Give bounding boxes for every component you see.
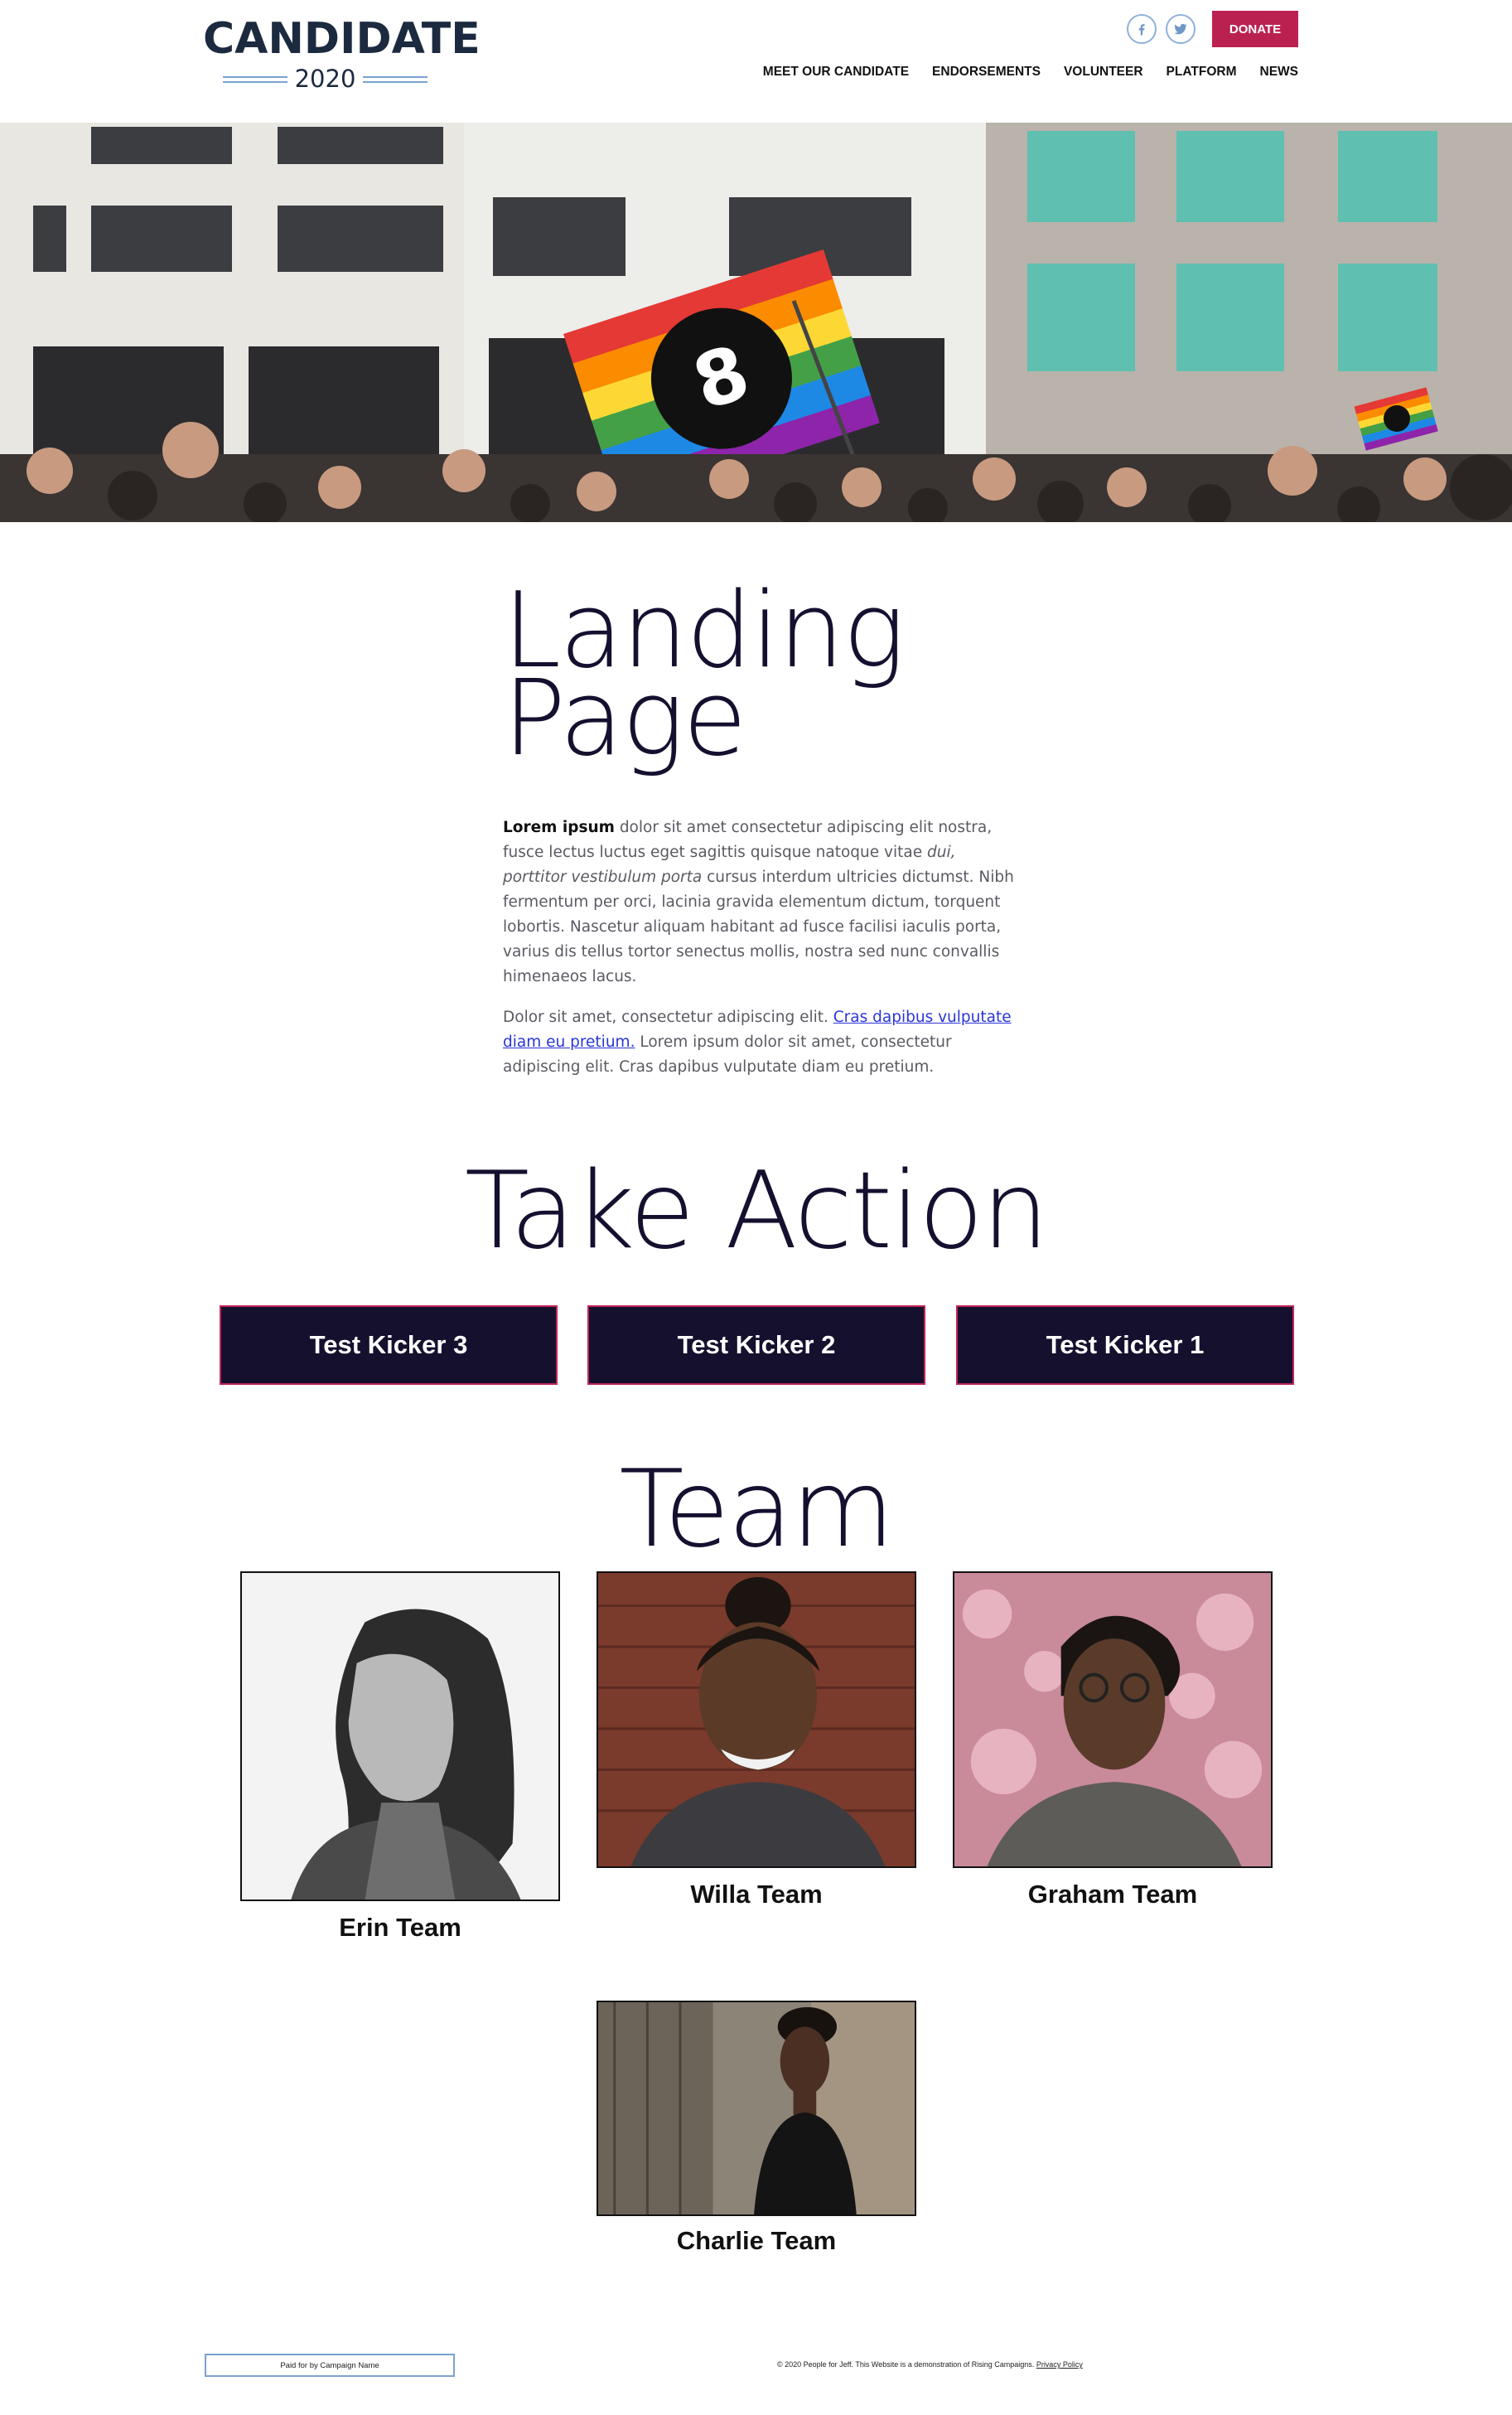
team-member-name: Erin Team	[339, 1913, 461, 1942]
donate-button[interactable]: DONATE	[1212, 11, 1298, 47]
logo-wordmark: CANDIDATE	[203, 14, 481, 64]
team-member-photo	[953, 1571, 1273, 1868]
site-header: CANDIDATE 2020 DONATE MEET OUR CANDIDATE…	[0, 0, 1512, 123]
paid-for-box: Paid for by Campaign Name	[205, 2354, 455, 2377]
nav-item-meet-our-candidate[interactable]: MEET OUR CANDIDATE	[763, 65, 909, 80]
team-member-photo	[597, 1571, 916, 1868]
nav-item-news[interactable]: NEWS	[1260, 65, 1299, 80]
team-member-name: Graham Team	[1027, 1880, 1198, 1909]
kicker-button-3[interactable]: Test Kicker 3	[220, 1305, 558, 1385]
intro-text: cursus interdum ultricies dictumst. Nibh…	[503, 869, 1014, 985]
main-nav: MEET OUR CANDIDATE ENDORSEMENTS VOLUNTEE…	[763, 65, 1298, 80]
site-logo[interactable]: CANDIDATE 2020	[203, 14, 481, 91]
nav-item-volunteer[interactable]: VOLUNTEER	[1064, 65, 1143, 80]
take-action-title: Take Action	[464, 1149, 1049, 1273]
kicker-button-1[interactable]: Test Kicker 1	[956, 1305, 1294, 1385]
intro-paragraph-1: Lorem ipsum dolor sit amet consectetur a…	[503, 815, 1017, 990]
logo-year: 2020	[294, 65, 356, 93]
twitter-icon[interactable]	[1166, 14, 1196, 44]
intro-text: Dolor sit amet, consectetur adipiscing e…	[503, 1009, 833, 1026]
intro-body: Lorem ipsum dolor sit amet consectetur a…	[503, 815, 1017, 1096]
intro-paragraph-2: Dolor sit amet, consectetur adipiscing e…	[503, 1005, 1017, 1080]
copyright-text: © 2020 People for Jeff. This Website is …	[777, 2360, 1083, 2369]
facebook-icon[interactable]	[1127, 14, 1157, 44]
privacy-policy-link[interactable]: Privacy Policy	[1036, 2360, 1083, 2369]
team-member-name: Willa Team	[690, 1880, 823, 1909]
team-member-photo	[240, 1571, 560, 1901]
nav-item-endorsements[interactable]: ENDORSEMENTS	[932, 65, 1041, 80]
kicker-row: Test Kicker 3 Test Kicker 2 Test Kicker …	[220, 1305, 1294, 1385]
kicker-button-2[interactable]: Test Kicker 2	[587, 1305, 925, 1385]
team-title: Team	[619, 1448, 894, 1571]
page-title: Landing Page	[503, 578, 967, 771]
page-title-line2: Page	[503, 657, 747, 779]
team-member-photo	[597, 2001, 916, 2216]
hero-image: 8	[0, 123, 1512, 522]
copyright-label: © 2020 People for Jeff. This Website is …	[777, 2360, 1035, 2369]
nav-item-platform[interactable]: PLATFORM	[1167, 65, 1237, 80]
intro-bold-lead: Lorem ipsum	[503, 819, 615, 836]
team-member-name: Charlie Team	[676, 2226, 837, 2255]
